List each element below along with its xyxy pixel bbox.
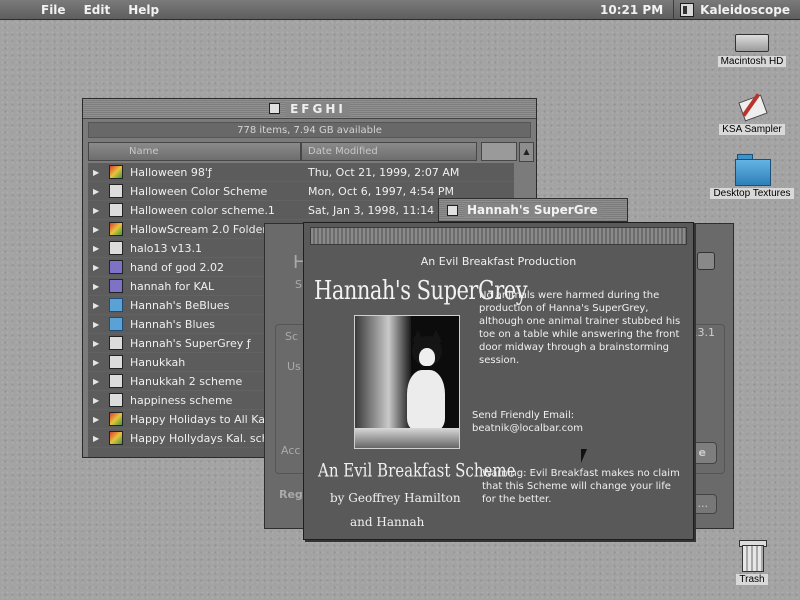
menu-help[interactable]: Help [119, 0, 168, 20]
application-menu[interactable]: Kaleidoscope [674, 0, 800, 20]
settings-fragment-2: S [295, 278, 302, 291]
cat-photo [354, 315, 460, 449]
folder-icon [109, 298, 123, 312]
file-date: Thu, Oct 21, 1999, 2:07 AM [308, 165, 460, 179]
scroll-up-arrow-icon[interactable]: ▲ [519, 142, 534, 162]
supergrey-window[interactable]: Hannah's SuperGre [438, 198, 628, 222]
cat-face [419, 348, 435, 366]
menu-file[interactable]: File [32, 0, 75, 20]
about-credit-author: by Geoffrey Hamilton [330, 491, 461, 505]
desktop-icon-desktop-textures[interactable]: Desktop Textures [704, 154, 800, 199]
table-row[interactable]: ▶ Halloween 98'ƒ Thu, Oct 21, 1999, 2:07 A… [88, 163, 514, 182]
settings-fragment-4: Acc [281, 444, 301, 457]
document-icon [109, 374, 123, 388]
trash-icon [739, 540, 767, 572]
kaleidoscope-app-icon [680, 2, 695, 17]
scheme-icon [109, 412, 123, 426]
settings-zoom-box-icon[interactable] [697, 252, 715, 270]
about-credit-coauthor: and Hannah [350, 515, 425, 529]
file-name: Halloween Color Scheme [130, 184, 268, 198]
disclosure-triangle-icon[interactable]: ▶ [93, 320, 103, 329]
mouse-pointer-icon [581, 449, 593, 463]
desktop-icon-macintosh-hd[interactable]: Macintosh HD [704, 34, 800, 67]
settings-tab-fragment[interactable]: Sc [285, 330, 298, 343]
disclosure-triangle-icon[interactable]: ▶ [93, 282, 103, 291]
document-icon [109, 355, 123, 369]
about-heading: An Evil Breakfast Production [420, 255, 577, 268]
menu-clock[interactable]: 10:21 PM [590, 0, 675, 20]
folder-icon [735, 154, 771, 186]
about-credit-scheme: An Evil Breakfast Scheme [318, 459, 516, 482]
desktop-icon-ksa-sampler[interactable]: KSA Sampler [704, 90, 800, 135]
disclosure-triangle-icon[interactable]: ▶ [93, 339, 103, 348]
menu-edit[interactable]: Edit [75, 0, 120, 20]
disclosure-triangle-icon[interactable]: ▶ [93, 301, 103, 310]
hard-drive-icon [735, 34, 769, 52]
document-icon [109, 203, 123, 217]
disclosure-triangle-icon[interactable]: ▶ [93, 415, 103, 424]
folder-title-icon [269, 103, 281, 114]
disclosure-triangle-icon[interactable]: ▶ [93, 396, 103, 405]
column-header-name[interactable]: Name [88, 142, 301, 161]
scheme-icon [109, 165, 123, 179]
file-name: Halloween 98'ƒ [130, 165, 212, 179]
document-icon [109, 184, 123, 198]
disclosure-triangle-icon[interactable]: ▶ [93, 187, 103, 196]
file-name: Halloween color scheme.1 [130, 203, 275, 217]
file-date: Mon, Oct 6, 1997, 4:54 PM [308, 184, 455, 198]
finder-info-bar: 778 items, 7.94 GB available [88, 122, 531, 138]
disclosure-triangle-icon[interactable]: ▶ [93, 358, 103, 367]
desktop-icon-label: KSA Sampler [719, 124, 785, 135]
scheme-icon [109, 222, 123, 236]
cat-body [407, 370, 445, 430]
disclosure-triangle-icon[interactable]: ▶ [93, 377, 103, 386]
disclosure-triangle-icon[interactable]: ▶ [93, 225, 103, 234]
scheme-icon [109, 260, 123, 274]
desktop-icon-label: Desktop Textures [710, 188, 794, 199]
photo-ledge [355, 428, 459, 448]
document-title-icon [447, 204, 458, 216]
disclosure-triangle-icon[interactable]: ▶ [93, 206, 103, 215]
settings-fragment-3: Us [287, 360, 301, 373]
document-icon [109, 241, 123, 255]
document-icon [109, 393, 123, 407]
disclosure-triangle-icon[interactable]: ▶ [93, 263, 103, 272]
supergrey-title: Hannah's SuperGre [464, 203, 601, 217]
desktop-icon-trash[interactable]: Trash [704, 540, 800, 585]
menu-bar: File Edit Help 10:21 PM Kaleidoscope [0, 0, 800, 20]
scheme-icon [109, 431, 123, 445]
folder-icon [109, 317, 123, 331]
column-header-extra[interactable] [481, 142, 517, 161]
supergrey-title-bar[interactable]: Hannah's SuperGre [439, 199, 627, 221]
ksa-sampler-icon [737, 90, 767, 120]
document-icon [109, 336, 123, 350]
application-menu-label: Kaleidoscope [700, 2, 790, 17]
desktop-icon-label: Macintosh HD [717, 56, 787, 67]
disclosure-triangle-icon[interactable]: ▶ [93, 168, 103, 177]
desktop-icon-label: Trash [736, 574, 768, 585]
about-paragraph: No animals were harmed during the produc… [479, 290, 681, 366]
finder-title-bar[interactable]: EFGHI [83, 99, 536, 119]
disclosure-triangle-icon[interactable]: ▶ [93, 434, 103, 443]
column-header-date[interactable]: Date Modified [301, 142, 477, 161]
about-drag-strip[interactable] [310, 227, 687, 245]
column-headers: Name Date Modified [88, 142, 519, 162]
about-email-line[interactable]: Send Friendly Email: beatnik@localbar.co… [472, 409, 687, 435]
scheme-icon [109, 279, 123, 293]
disclosure-triangle-icon[interactable]: ▶ [93, 244, 103, 253]
about-dialog: An Evil Breakfast Production Hannah's Su… [303, 222, 694, 540]
finder-title: EFGHI [286, 101, 350, 116]
